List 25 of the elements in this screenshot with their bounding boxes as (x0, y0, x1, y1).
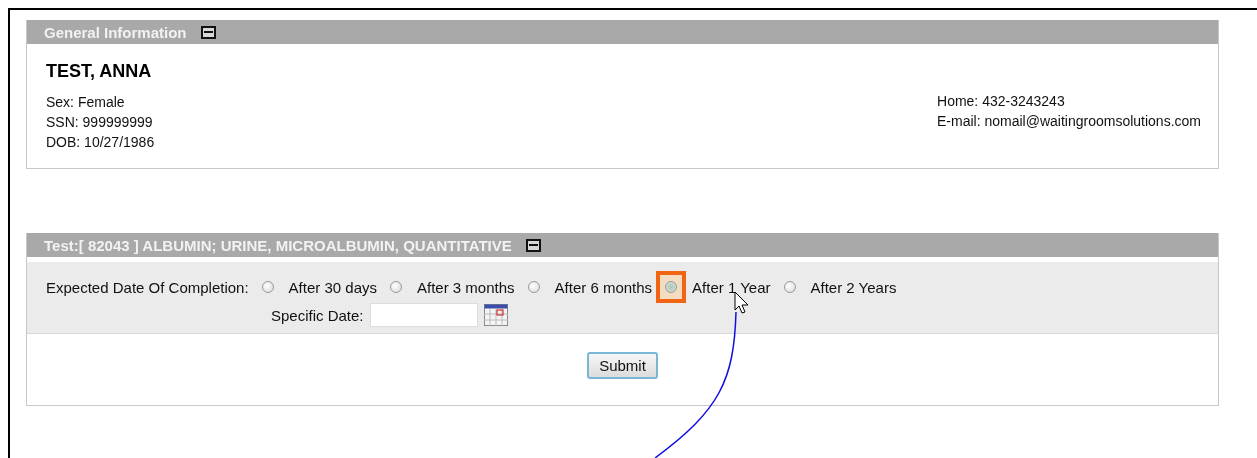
radio-button[interactable] (390, 281, 402, 293)
option-label: After 2 Years (810, 278, 897, 296)
calendar-icon[interactable] (483, 304, 508, 326)
contact-detail: Home: 432-3243243 (937, 92, 1066, 111)
patient-detail: SSN: 999999999 (46, 113, 154, 132)
panel-title: General Information (44, 23, 187, 41)
collapse-button[interactable] (525, 238, 541, 252)
submit-button[interactable]: Submit (587, 352, 658, 379)
radio-button[interactable] (261, 281, 274, 293)
radio-button[interactable] (783, 281, 796, 293)
patient-detail: Sex: Female (46, 93, 126, 112)
collapse-button[interactable] (200, 25, 216, 39)
specific-date-label: Specific Date: (271, 306, 364, 324)
cursor-icon (734, 291, 749, 314)
patient-detail: DOB: 10/27/1986 (46, 133, 155, 152)
radio-button[interactable] (527, 281, 540, 293)
radio-button[interactable] (665, 281, 678, 293)
patient-name: TEST, ANNA (46, 61, 153, 82)
contact-detail: E-mail: nomail@waitingroomsolutions.com (937, 112, 1201, 131)
panel-title: Test:[ 82043 ] ALBUMIN; URINE, MICROALBUMIN, QUANTITATIVE (44, 236, 512, 254)
option-label: After 6 months (554, 278, 653, 296)
option-label: After 30 days (288, 278, 377, 296)
option-label: After 3 months (417, 278, 515, 296)
date-field[interactable] (369, 303, 478, 327)
completion-label: Expected Date Of Completion: (46, 278, 249, 296)
